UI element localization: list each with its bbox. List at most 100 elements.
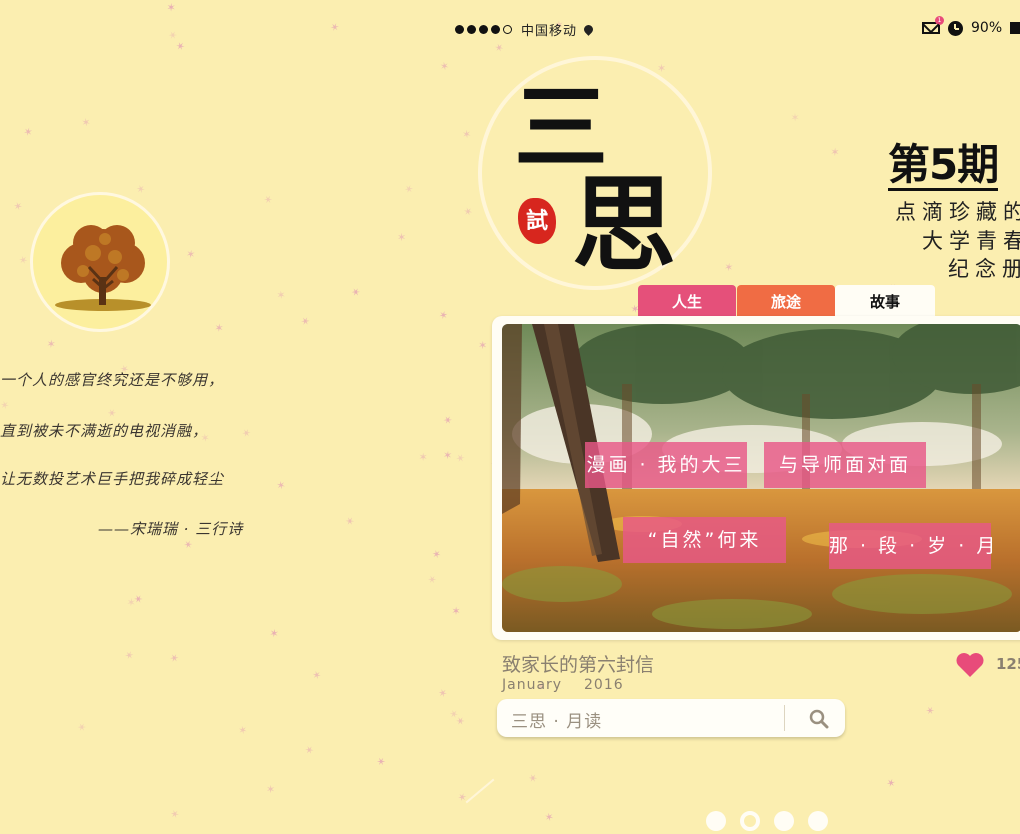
logo-circle: 三 思 試	[478, 56, 712, 290]
petal-decoration: ✶	[123, 594, 140, 611]
page-dot-3[interactable]	[774, 811, 794, 831]
signal-dot	[467, 25, 476, 34]
tree-icon	[55, 225, 151, 311]
petal-decoration: ✶	[342, 513, 357, 530]
petal-decoration: ✶	[375, 756, 389, 767]
petal-decoration: ✶	[265, 782, 276, 797]
petal-decoration: ✶	[180, 539, 195, 550]
petal-decoration: ✶	[397, 231, 407, 244]
like-count: 125	[996, 655, 1020, 673]
battery-icon	[1010, 22, 1020, 34]
tab-journey[interactable]: 旅途	[737, 285, 835, 319]
feature-photo: 漫画 · 我的大三 与导师面对面 “自然”何来 那 · 段 · 岁 · 月	[502, 324, 1020, 632]
petal-decoration: ✶	[261, 194, 276, 205]
issue-subtitle-1: 点滴珍藏的	[895, 200, 1020, 224]
petal-decoration: ✶	[298, 313, 314, 330]
signal-dot	[491, 25, 500, 34]
mail-icon[interactable]: 1	[922, 16, 944, 34]
search-input[interactable]: 三思 · 月读	[511, 707, 602, 732]
signal-dot-empty	[503, 25, 512, 34]
search-bar[interactable]: 三思 · 月读	[497, 699, 845, 737]
petal-decoration: ✶	[882, 774, 899, 791]
petal-decoration: ✶	[15, 251, 32, 268]
status-bar-left: 中国移动	[455, 20, 595, 39]
logo-char-bottom: 思	[572, 163, 677, 286]
petal-decoration: ✶	[656, 60, 667, 75]
poem-line-1: 一个人的感官终究还是不够用，	[0, 371, 225, 389]
petal-decoration: ✶	[239, 424, 254, 441]
petal-decoration: ✶	[173, 38, 188, 55]
heart-icon[interactable]	[955, 652, 985, 678]
search-icon[interactable]	[809, 709, 829, 729]
chip-years[interactable]: 那 · 段 · 岁 · 月	[829, 523, 995, 569]
petal-decoration: ✶	[134, 180, 148, 197]
article-month: January	[502, 677, 563, 693]
petal-decoration: ✶	[272, 477, 289, 494]
petal-decoration: ✶	[826, 144, 843, 159]
petal-decoration: ✶	[438, 59, 451, 74]
feature-card[interactable]: 漫画 · 我的大三 与导师面对面 “自然”何来 那 · 段 · 岁 · 月	[492, 316, 1020, 640]
petal-decoration: ✶	[266, 625, 283, 642]
article-year: 2016	[584, 677, 624, 693]
page-dot-2-active[interactable]	[740, 811, 760, 831]
issue-number: 第5期	[888, 140, 999, 191]
petal-decoration: ✶	[163, 0, 180, 15]
petal-decoration: ✶	[327, 19, 342, 36]
petal-decoration: ✶	[722, 260, 735, 275]
petal-decoration: ✶	[167, 649, 182, 666]
chip-mentor[interactable]: 与导师面对面	[764, 442, 926, 488]
chip-nature[interactable]: “自然”何来	[623, 517, 786, 563]
poem-line-2: 直到被未不满逝的电视消融，	[0, 422, 209, 440]
issue-subtitle-2: 大学青春	[922, 229, 1020, 253]
petal-decoration: ✶	[477, 338, 488, 353]
page-dot-1[interactable]	[706, 811, 726, 831]
petal-decoration: ✶	[131, 590, 146, 607]
avatar[interactable]	[30, 192, 170, 332]
petal-decoration: ✶	[121, 647, 138, 664]
poem-attribution: ——宋瑞瑞 · 三行诗	[98, 520, 244, 538]
petal-decoration: ✶	[453, 712, 468, 729]
tab-life[interactable]: 人生	[638, 285, 736, 319]
mail-badge: 1	[935, 16, 944, 25]
petal-decoration: ✶	[400, 180, 417, 197]
petal-decoration: ✶	[525, 770, 540, 787]
petal-decoration: ✶	[491, 41, 506, 54]
petal-decoration: ✶	[77, 114, 94, 131]
petal-decoration: ✶	[21, 125, 37, 138]
tab-story[interactable]: 故事	[835, 285, 935, 319]
clock-icon	[948, 20, 963, 36]
petal-decoration: ✶	[541, 808, 558, 825]
petal-decoration: ✶	[184, 247, 197, 262]
page-indicator	[706, 811, 828, 831]
decorative-line	[465, 778, 495, 804]
petal-decoration: ✶	[415, 449, 432, 464]
petal-decoration: ✶	[348, 284, 363, 301]
petal-decoration: ✶	[440, 412, 455, 429]
petal-decoration: ✶	[168, 805, 182, 822]
petal-decoration: ✶	[786, 110, 803, 125]
poem-line-3: 让无数投艺术巨手把我碎成轻尘	[0, 470, 225, 488]
petal-decoration: ✶	[461, 126, 472, 141]
page-dot-4[interactable]	[808, 811, 828, 831]
petal-decoration: ✶	[442, 448, 453, 463]
petal-decoration: ✶	[9, 198, 26, 215]
petal-decoration: ✶	[430, 547, 443, 562]
status-bar-right: 1 90%	[922, 16, 1020, 36]
petal-decoration: ✶	[425, 574, 440, 585]
petal-decoration: ✶	[0, 397, 11, 412]
petal-decoration: ✶	[74, 719, 89, 736]
chip-comic[interactable]: 漫画 · 我的大三	[585, 442, 747, 488]
petal-decoration: ✶	[302, 741, 318, 758]
petal-decoration: ✶	[447, 603, 464, 618]
petal-decoration: ✶	[236, 722, 249, 737]
petal-decoration: ✶	[461, 205, 476, 218]
petal-decoration: ✶	[453, 450, 469, 467]
petal-decoration: ✶	[436, 684, 450, 701]
issue-subtitle-3: 纪念册	[948, 257, 1020, 281]
petal-decoration: ✶	[310, 667, 323, 682]
location-icon	[582, 23, 595, 36]
petal-decoration: ✶	[104, 404, 119, 421]
article-title[interactable]: 致家长的第六封信	[502, 650, 654, 677]
petal-decoration: ✶	[272, 287, 289, 302]
red-seal-stamp: 試	[518, 198, 556, 244]
